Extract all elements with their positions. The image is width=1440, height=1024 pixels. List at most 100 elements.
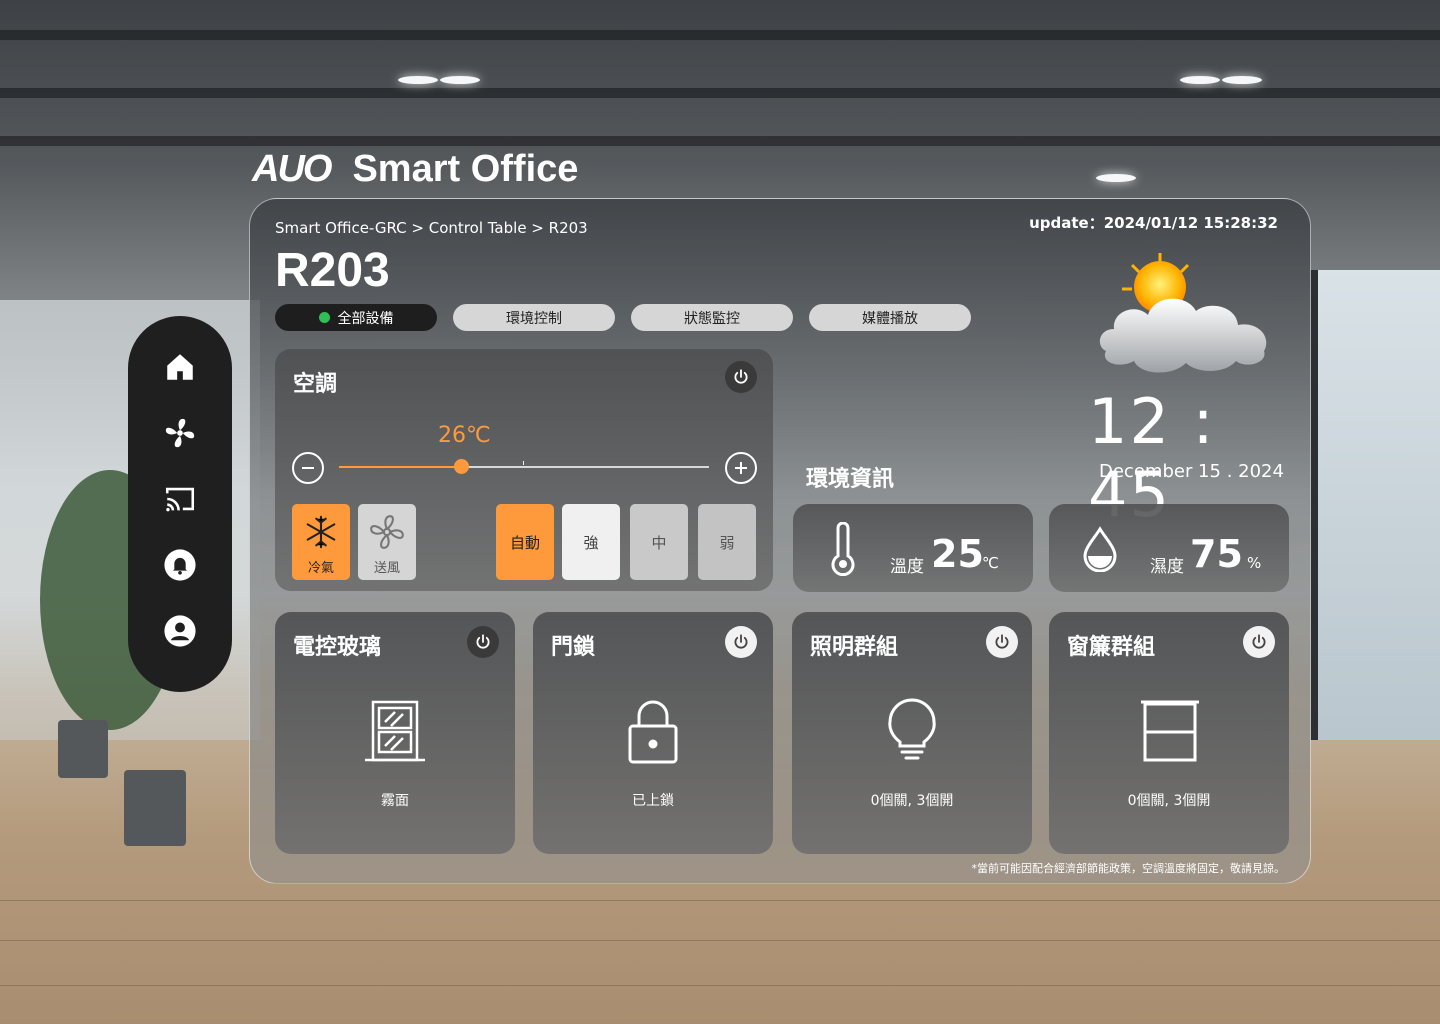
tab-all-devices[interactable]: 全部設備	[275, 304, 437, 331]
tab-environment-control[interactable]: 環境控制	[453, 304, 615, 331]
curtain-group-power-button[interactable]	[1243, 626, 1275, 658]
fan-speed-mid-button[interactable]: 中	[630, 504, 688, 580]
slider-tick	[523, 461, 524, 465]
plant-pot	[58, 720, 108, 778]
humidity-value: 75	[1190, 532, 1243, 576]
tab-label: 狀態監控	[684, 310, 740, 327]
sidebar-item-media[interactable]	[162, 482, 198, 516]
sidebar	[128, 316, 232, 692]
window	[1310, 270, 1440, 740]
lighting-group-power-button[interactable]	[986, 626, 1018, 658]
door-lock-title: 門鎖	[551, 635, 596, 660]
weather-partly-cloudy-icon	[1099, 253, 1267, 373]
temperature-value: 25	[931, 532, 984, 576]
ceiling-beam	[0, 136, 1440, 146]
breadcrumb: Smart Office-GRC > Control Table > R203	[275, 219, 588, 237]
temperature-setpoint: 26℃	[438, 423, 491, 448]
power-icon	[734, 634, 748, 649]
lighting-group-card[interactable]: 照明群組 0個關, 3個開	[792, 612, 1032, 854]
tab-label: 環境控制	[506, 310, 562, 327]
fan-speed-auto-button[interactable]: 自動	[496, 504, 554, 580]
door-lock-power-button[interactable]	[725, 626, 757, 658]
curtain-group-status: 0個關, 3個開	[1127, 793, 1211, 809]
mode-label: 送風	[373, 561, 400, 576]
fan-icon	[370, 515, 404, 549]
curtain-group-title: 窗簾群組	[1067, 635, 1156, 660]
page-title: R203	[275, 244, 390, 297]
ceiling-light	[1180, 76, 1220, 84]
power-icon	[734, 369, 748, 384]
temperature-decrease-button[interactable]	[292, 452, 324, 484]
lighting-group-title: 照明群組	[810, 635, 899, 660]
bell-icon	[164, 549, 196, 581]
tab-media-playback[interactable]: 媒體播放	[809, 304, 971, 331]
sidebar-item-notifications[interactable]	[162, 548, 198, 582]
environment-info-title: 環境資訊	[806, 467, 895, 492]
ac-card: 空調 26℃ 冷氣 送風 自動 強 中 弱	[275, 349, 773, 591]
plus-icon	[735, 462, 747, 474]
minus-icon	[302, 467, 314, 469]
mode-fan-button[interactable]: 送風	[358, 504, 416, 580]
smart-glass-window-icon	[365, 700, 425, 762]
mode-label: 冷氣	[307, 561, 334, 576]
lighting-group-status: 0個關, 3個開	[870, 793, 954, 809]
temperature-increase-button[interactable]	[725, 452, 757, 484]
smart-glass-card[interactable]: 電控玻璃 霧面	[275, 612, 515, 854]
humidity-card: 濕度 75 %	[1049, 504, 1289, 592]
smart-glass-status: 霧面	[381, 793, 409, 809]
slider-fill	[339, 466, 462, 468]
curtain-icon	[1141, 700, 1199, 762]
power-icon	[476, 634, 490, 649]
tab-bar: 全部設備 環境控制 狀態監控 媒體播放	[275, 304, 971, 331]
tab-label: 媒體播放	[862, 310, 918, 327]
ceiling-light	[440, 76, 480, 84]
fan-speed-strong-button[interactable]: 強	[562, 504, 620, 580]
mode-cool-button[interactable]: 冷氣	[292, 504, 350, 580]
door-lock-status: 已上鎖	[632, 793, 674, 809]
energy-policy-footnote: *當前可能因配合經濟部節能政策，空調溫度將固定，敬請見諒。	[971, 862, 1286, 875]
tab-status-monitor[interactable]: 狀態監控	[631, 304, 793, 331]
ceiling-light	[1222, 76, 1262, 84]
sidebar-item-profile[interactable]	[162, 614, 198, 648]
snowflake-icon	[306, 515, 336, 549]
curtain-group-card[interactable]: 窗簾群組 0個關, 3個開	[1049, 612, 1289, 854]
fan-speed-weak-button[interactable]: 弱	[698, 504, 756, 580]
smart-glass-power-button[interactable]	[467, 626, 499, 658]
ac-power-button[interactable]	[725, 361, 757, 393]
sidebar-item-home[interactable]	[162, 350, 198, 384]
slider-thumb[interactable]	[454, 459, 470, 474]
clock-date: December 15 . 2024	[1099, 461, 1284, 482]
tab-label: 全部設備	[337, 310, 394, 327]
humidity-unit: %	[1247, 554, 1262, 572]
humidity-label: 濕度	[1150, 557, 1184, 577]
update-timestamp: update：2024/01/12 15:28:32	[1029, 214, 1278, 232]
app-title: Smart Office	[352, 148, 579, 190]
light-bulb-icon	[888, 698, 936, 760]
brand-header: AUO Smart Office	[252, 148, 578, 191]
power-icon	[1252, 634, 1266, 649]
plant-pot	[124, 770, 186, 846]
lock-icon	[628, 700, 678, 764]
ac-title: 空調	[293, 372, 338, 397]
power-icon	[995, 634, 1009, 649]
door-lock-card[interactable]: 門鎖 已上鎖	[533, 612, 773, 854]
cast-icon	[165, 487, 195, 512]
ceiling-beam	[0, 88, 1440, 98]
floor-line	[0, 985, 1440, 986]
user-icon	[164, 615, 196, 647]
ceiling-beam	[0, 30, 1440, 40]
temperature-slider[interactable]	[339, 459, 709, 474]
home-icon	[167, 354, 193, 380]
temperature-card: 溫度 25 ℃	[793, 504, 1033, 592]
sidebar-item-environment[interactable]	[162, 416, 198, 450]
active-dot-icon	[318, 312, 330, 323]
temperature-unit: ℃	[982, 554, 999, 572]
auo-logo: AUO	[252, 148, 332, 190]
fan-icon	[165, 418, 195, 448]
water-drop-icon	[1083, 526, 1117, 572]
ceiling-light	[398, 76, 438, 84]
floor-line	[0, 900, 1440, 901]
temperature-label: 溫度	[890, 557, 924, 577]
control-panel: Smart Office-GRC > Control Table > R203 …	[249, 198, 1311, 884]
thermometer-icon	[831, 522, 855, 576]
